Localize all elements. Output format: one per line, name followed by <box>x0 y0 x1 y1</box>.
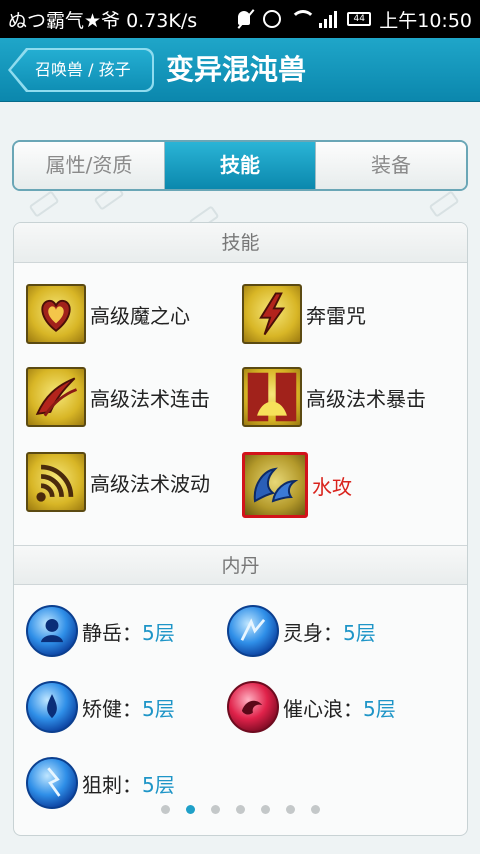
neidan-level: 5层 <box>142 696 175 721</box>
mute-icon <box>235 10 255 28</box>
neidan-level: 5层 <box>343 620 376 645</box>
neidan-name: 催心浪： <box>283 696 363 721</box>
skill-item[interactable]: 高级法术波动 <box>26 451 210 513</box>
neidan-section-title: 内丹 <box>14 545 467 585</box>
water-skill-icon <box>242 452 308 518</box>
page-dot-active <box>186 805 195 814</box>
combo-skill-icon <box>26 367 86 427</box>
lightning-skill-icon <box>242 284 302 344</box>
signal-icon <box>319 10 339 28</box>
page-dot <box>311 805 320 814</box>
neidan-level: 5层 <box>363 696 396 721</box>
status-bar: ぬつ霸气★爷 0.73K/s 44 上午10:50 <box>0 0 480 38</box>
skill-label: 奔雷咒 <box>306 303 366 328</box>
neidan-item[interactable]: 催心浪： 5层 <box>227 680 396 734</box>
alarm-icon <box>263 10 282 28</box>
neidan-level: 5层 <box>142 620 175 645</box>
skill-label: 高级法术暴击 <box>306 386 426 411</box>
crit-skill-icon <box>242 367 302 427</box>
skill-label-selected: 水攻 <box>312 474 352 499</box>
status-left-text: ぬつ霸气★爷 0.73K/s <box>8 9 198 32</box>
app-header: 召唤兽 / 孩子 变异混沌兽 <box>0 38 480 102</box>
skill-item[interactable]: 高级魔之心 <box>26 283 190 345</box>
skill-label: 高级法术波动 <box>90 471 210 496</box>
neidan-item[interactable]: 灵身： 5层 <box>227 604 376 658</box>
wave-skill-icon <box>26 452 86 512</box>
heart-skill-icon <box>26 284 86 344</box>
neidan-name: 矫健： <box>82 696 142 721</box>
cuixinlang-orb-icon <box>227 681 279 733</box>
tab-skills[interactable]: 技能 <box>164 142 315 189</box>
neidan-name: 狙刺： <box>82 772 142 797</box>
skill-item[interactable]: 高级法术连击 <box>26 366 210 428</box>
battery-icon: 44 <box>347 12 372 26</box>
skill-item-selected[interactable]: 水攻 <box>242 451 352 519</box>
page-dot <box>161 805 170 814</box>
page-indicator <box>14 799 467 818</box>
skill-label: 高级魔之心 <box>90 303 190 328</box>
page-dot <box>286 805 295 814</box>
tab-bar: 属性/资质 技能 装备 <box>12 140 468 191</box>
neidan-name: 灵身： <box>283 620 343 645</box>
neidan-name: 静岳： <box>82 620 142 645</box>
tab-equipment[interactable]: 装备 <box>315 142 466 189</box>
clock: 上午10:50 <box>379 9 472 32</box>
wifi-icon <box>289 10 317 28</box>
detail-panel: 技能 高级魔之心 奔雷咒 高级法术连击 高级法术暴击 高级法术波动 水攻 内丹 … <box>13 222 468 836</box>
skill-item[interactable]: 高级法术暴击 <box>242 366 426 428</box>
page-dot <box>236 805 245 814</box>
page-dot <box>211 805 220 814</box>
back-button[interactable]: 召唤兽 / 孩子 <box>11 50 152 90</box>
skill-label: 高级法术连击 <box>90 386 210 411</box>
page-dot <box>261 805 270 814</box>
jingyue-orb-icon <box>26 605 78 657</box>
skills-section-title: 技能 <box>14 223 467 263</box>
jiaojian-orb-icon <box>26 681 78 733</box>
lingshen-orb-icon <box>227 605 279 657</box>
neidan-level: 5层 <box>142 772 175 797</box>
tab-attributes[interactable]: 属性/资质 <box>14 142 164 189</box>
neidan-item[interactable]: 矫健： 5层 <box>26 680 175 734</box>
neidan-item[interactable]: 静岳： 5层 <box>26 604 175 658</box>
skill-item[interactable]: 奔雷咒 <box>242 283 366 345</box>
page-title: 变异混沌兽 <box>166 53 307 86</box>
